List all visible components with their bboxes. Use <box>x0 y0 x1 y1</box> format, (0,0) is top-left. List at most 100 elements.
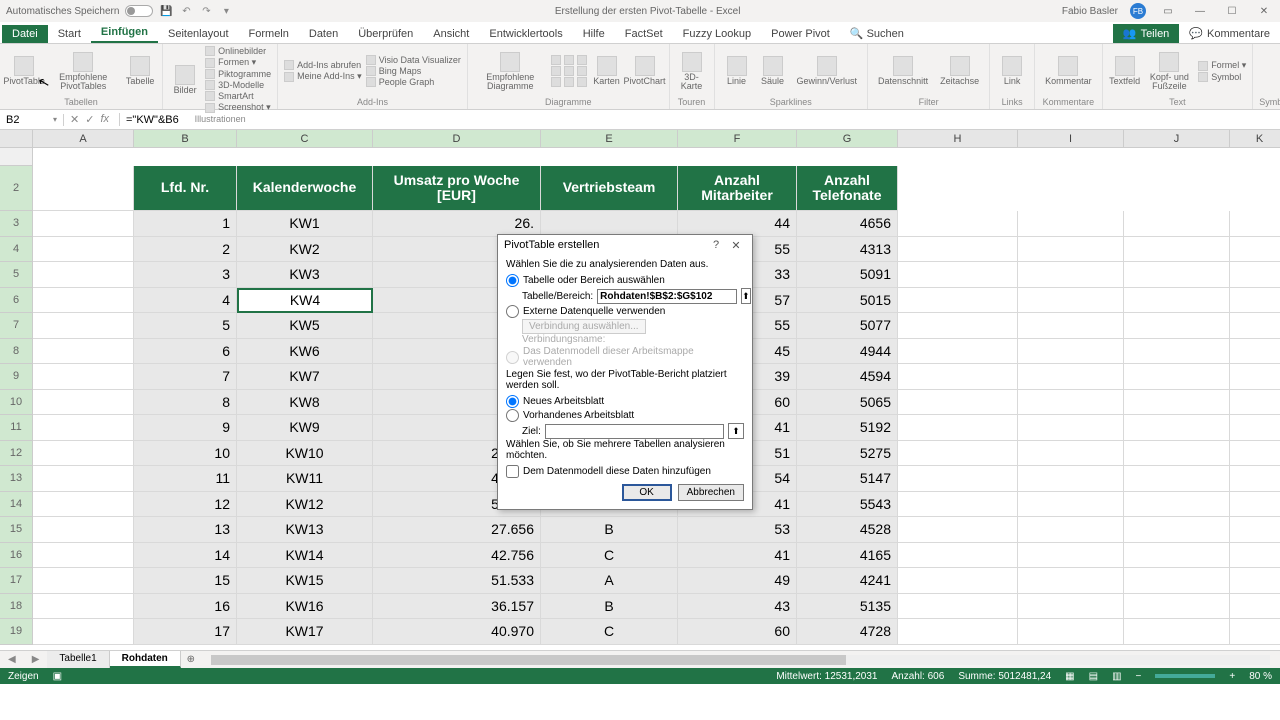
cell-K17[interactable] <box>1230 568 1280 594</box>
row-header-5[interactable]: 5 <box>0 262 33 288</box>
cell-C12[interactable]: KW10 <box>237 441 373 467</box>
cell-A3[interactable] <box>33 211 134 237</box>
cell-I14[interactable] <box>1018 492 1124 518</box>
cell-F19[interactable]: 60 <box>678 619 797 645</box>
checkbox-datamodel[interactable]: Dem Datenmodell diese Daten hinzufügen <box>506 465 744 478</box>
cell-A6[interactable] <box>33 288 134 314</box>
name-box[interactable]: B2 <box>0 114 64 126</box>
cell-A18[interactable] <box>33 594 134 620</box>
cell-E16[interactable]: C <box>541 543 678 569</box>
cell-B13[interactable]: 11 <box>134 466 237 492</box>
ribbon-addinsabrufen[interactable]: Add-Ins abrufen <box>284 60 362 70</box>
cell-G18[interactable]: 5135 <box>797 594 898 620</box>
cell-C16[interactable]: KW14 <box>237 543 373 569</box>
cell-I7[interactable] <box>1018 313 1124 339</box>
cell-J17[interactable] <box>1124 568 1230 594</box>
close-icon[interactable]: ✕ <box>1254 6 1274 17</box>
sheet-nav-next[interactable]: ▶ <box>24 654 48 665</box>
row-header-3[interactable]: 3 <box>0 211 33 237</box>
radio-new-sheet-input[interactable] <box>506 395 519 408</box>
cell-J9[interactable] <box>1124 364 1230 390</box>
cell-I4[interactable] <box>1018 237 1124 263</box>
cell-H9[interactable] <box>898 364 1018 390</box>
cell-K4[interactable] <box>1230 237 1280 263</box>
cell-G9[interactable]: 4594 <box>797 364 898 390</box>
tab-power pivot[interactable]: Power Pivot <box>761 25 840 43</box>
cell-J4[interactable] <box>1124 237 1230 263</box>
cell-B14[interactable]: 12 <box>134 492 237 518</box>
cell-H13[interactable] <box>898 466 1018 492</box>
radio-table-range-input[interactable] <box>506 274 519 287</box>
row-header-19[interactable]: 19 <box>0 619 33 645</box>
cancel-formula-icon[interactable]: ✕ <box>70 113 79 126</box>
header-cell[interactable]: Lfd. Nr. <box>134 166 237 211</box>
row-header-4[interactable]: 4 <box>0 237 33 263</box>
ok-button[interactable]: OK <box>622 484 672 501</box>
ribbon-dkarte[interactable]: 3D-Karte <box>676 51 708 92</box>
cell-I18[interactable] <box>1018 594 1124 620</box>
hscrollbar[interactable] <box>211 655 1270 665</box>
ribbon-link[interactable]: Link <box>996 55 1028 87</box>
cell-I5[interactable] <box>1018 262 1124 288</box>
cell-C19[interactable]: KW17 <box>237 619 373 645</box>
cell-C18[interactable]: KW16 <box>237 594 373 620</box>
minimize-icon[interactable]: — <box>1190 6 1210 17</box>
header-cell[interactable]: Anzahl Telefonate <box>797 166 898 211</box>
cell-J18[interactable] <box>1124 594 1230 620</box>
cell-G13[interactable]: 5147 <box>797 466 898 492</box>
cell-I12[interactable] <box>1018 441 1124 467</box>
view-pagebreak-icon[interactable]: ▥ <box>1112 671 1121 682</box>
cell-A11[interactable] <box>33 415 134 441</box>
tab-hilfe[interactable]: Hilfe <box>573 25 615 43</box>
cell-I11[interactable] <box>1018 415 1124 441</box>
cell-K14[interactable] <box>1230 492 1280 518</box>
ribbon-onlinebilder[interactable]: Onlinebilder <box>205 46 271 56</box>
cell-H3[interactable] <box>898 211 1018 237</box>
cell-G15[interactable]: 4528 <box>797 517 898 543</box>
cell-C4[interactable]: KW2 <box>237 237 373 263</box>
cell-C17[interactable]: KW15 <box>237 568 373 594</box>
tab-entwicklertools[interactable]: Entwicklertools <box>479 25 572 43</box>
cell-H19[interactable] <box>898 619 1018 645</box>
cell-I6[interactable] <box>1018 288 1124 314</box>
cell-C6[interactable]: KW4 <box>237 288 373 314</box>
cell-A9[interactable] <box>33 364 134 390</box>
row-header-7[interactable]: 7 <box>0 313 33 339</box>
cell-A12[interactable] <box>33 441 134 467</box>
ribbon-karten[interactable]: Karten <box>591 55 623 87</box>
cell-E18[interactable]: B <box>541 594 678 620</box>
cell-B5[interactable]: 3 <box>134 262 237 288</box>
tab-fuzzy lookup[interactable]: Fuzzy Lookup <box>673 25 761 43</box>
cell-F18[interactable]: 43 <box>678 594 797 620</box>
cell-G7[interactable]: 5077 <box>797 313 898 339</box>
cell-H17[interactable] <box>898 568 1018 594</box>
header-cell[interactable]: Anzahl Mitarbeiter <box>678 166 797 211</box>
checkbox-datamodel-input[interactable] <box>506 465 519 478</box>
cell-J10[interactable] <box>1124 390 1230 416</box>
radio-new-sheet[interactable]: Neues Arbeitsblatt <box>506 395 744 408</box>
cell-J19[interactable] <box>1124 619 1230 645</box>
col-header-E[interactable]: E <box>541 130 678 148</box>
col-header-C[interactable]: C <box>237 130 373 148</box>
formula-input[interactable]: ="KW"&B6 <box>120 114 1280 126</box>
cell-K10[interactable] <box>1230 390 1280 416</box>
cell-J16[interactable] <box>1124 543 1230 569</box>
ribbon-sule[interactable]: Säule <box>757 55 789 87</box>
cell-E15[interactable]: B <box>541 517 678 543</box>
sheet-nav-prev[interactable]: ◀ <box>0 654 24 665</box>
cell-G5[interactable]: 5091 <box>797 262 898 288</box>
cell-G8[interactable]: 4944 <box>797 339 898 365</box>
radio-existing-sheet[interactable]: Vorhandenes Arbeitsblatt <box>506 409 744 422</box>
cell-H12[interactable] <box>898 441 1018 467</box>
cell-J8[interactable] <box>1124 339 1230 365</box>
range-input[interactable] <box>597 289 737 304</box>
cell-D17[interactable]: 51.533 <box>373 568 541 594</box>
ribbon-empfohlenepivottables[interactable]: Empfohlene PivotTables <box>46 51 120 92</box>
autosave-toggle[interactable] <box>125 5 153 17</box>
ribbon-linie[interactable]: Linie <box>721 55 753 87</box>
cell-H4[interactable] <box>898 237 1018 263</box>
add-sheet-button[interactable]: ⊕ <box>181 654 201 665</box>
cell-D3[interactable]: 26. <box>373 211 541 237</box>
target-picker-icon[interactable]: ⬆ <box>728 423 744 439</box>
tab-formeln[interactable]: Formeln <box>239 25 299 43</box>
